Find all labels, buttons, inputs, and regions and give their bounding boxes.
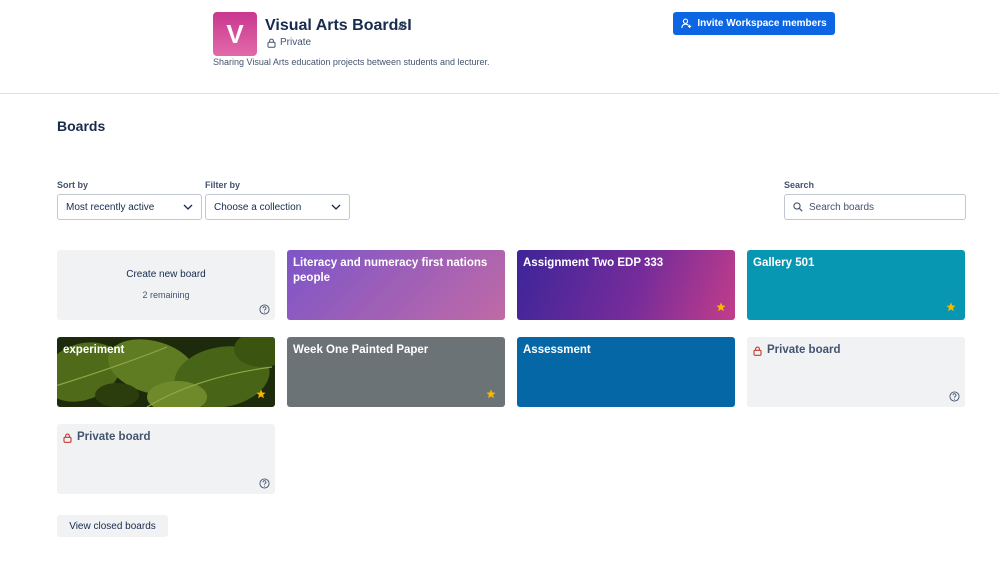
lock-icon xyxy=(753,346,762,356)
board-title: Assignment Two EDP 333 xyxy=(523,257,664,269)
board-tile[interactable]: Literacy and numeracy first nations peop… xyxy=(287,250,505,320)
board-title: Private board xyxy=(767,344,841,356)
help-icon[interactable] xyxy=(949,391,960,402)
search-input[interactable] xyxy=(809,201,949,213)
star-icon[interactable] xyxy=(486,389,496,399)
search-icon xyxy=(793,202,803,212)
board-title: Private board xyxy=(77,431,151,443)
workspace-title: Visual Arts BoardsI xyxy=(265,17,412,34)
invite-button-label: Invite Workspace members xyxy=(697,18,827,29)
star-icon[interactable] xyxy=(256,389,266,399)
star-icon[interactable] xyxy=(946,302,956,312)
workspace-logo: V xyxy=(213,12,257,56)
board-title: Literacy and numeracy first nations peop… xyxy=(293,257,488,284)
create-new-board-tile[interactable]: Create new board 2 remaining xyxy=(57,250,275,320)
search-box[interactable] xyxy=(784,194,966,220)
sort-select[interactable]: Most recently active xyxy=(57,194,202,220)
help-icon[interactable] xyxy=(259,478,270,489)
workspace-header: V Visual Arts BoardsI Private Sharing Vi… xyxy=(0,0,999,94)
privacy-label: Private xyxy=(280,37,312,48)
board-tile[interactable]: Assessment xyxy=(517,337,735,407)
lock-icon xyxy=(267,38,276,48)
view-closed-boards-button[interactable]: View closed boards xyxy=(57,515,168,537)
board-title: Assessment xyxy=(523,344,591,356)
board-title: experiment xyxy=(63,344,125,356)
filter-value: Choose a collection xyxy=(214,201,302,213)
pencil-icon[interactable] xyxy=(397,20,408,31)
board-title-row: Private board xyxy=(63,430,265,445)
filter-select[interactable]: Choose a collection xyxy=(205,194,350,220)
board-tile[interactable]: Assignment Two EDP 333 xyxy=(517,250,735,320)
board-tile[interactable]: Gallery 501 xyxy=(747,250,965,320)
chevron-down-icon xyxy=(331,204,341,210)
filter-label: Filter by xyxy=(205,180,241,190)
add-person-icon xyxy=(681,18,692,29)
board-tile[interactable]: Week One Painted Paper xyxy=(287,337,505,407)
boards-heading: Boards xyxy=(57,118,106,134)
private-board-tile[interactable]: Private board xyxy=(57,424,275,494)
private-board-tile[interactable]: Private board xyxy=(747,337,965,407)
workspace-description: Sharing Visual Arts education projects b… xyxy=(213,57,490,67)
sort-label: Sort by xyxy=(57,180,89,190)
board-title: Week One Painted Paper xyxy=(293,344,429,356)
chevron-down-icon xyxy=(183,204,193,210)
board-title: Gallery 501 xyxy=(753,257,815,269)
invite-workspace-members-button[interactable]: Invite Workspace members xyxy=(673,12,835,35)
workspace-privacy[interactable]: Private xyxy=(267,37,311,48)
lock-icon xyxy=(63,433,72,443)
board-title-row: Private board xyxy=(753,343,955,358)
search-label: Search xyxy=(784,180,815,190)
boards-remaining: 2 remaining xyxy=(142,290,190,300)
create-board-label: Create new board xyxy=(126,269,206,280)
board-tile[interactable]: experiment xyxy=(57,337,275,407)
help-icon[interactable] xyxy=(259,304,270,315)
star-icon[interactable] xyxy=(716,302,726,312)
sort-value: Most recently active xyxy=(66,201,155,213)
